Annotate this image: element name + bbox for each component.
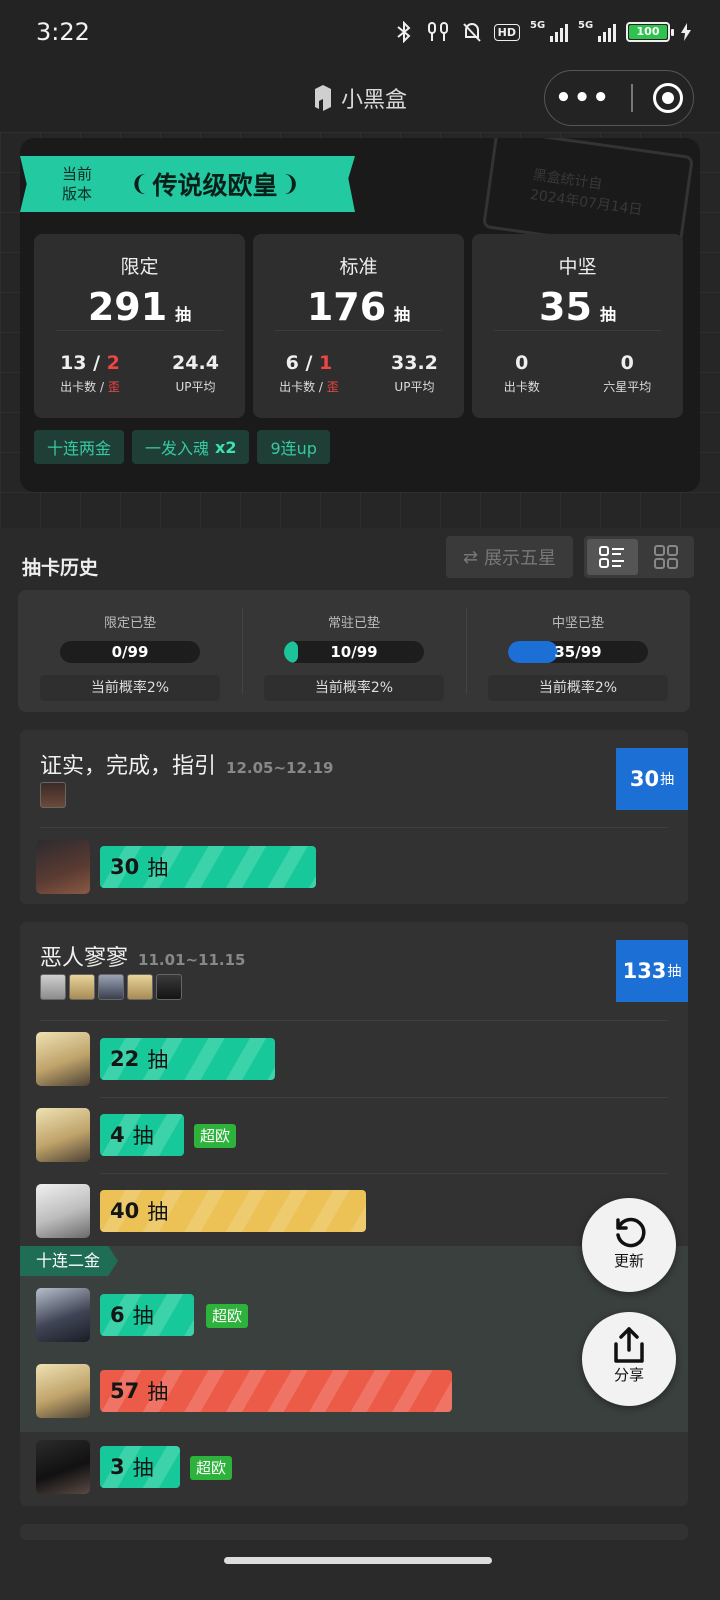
operator-avatar <box>36 1184 90 1238</box>
achievement-tags: 十连两金 一发入魂 x2 9连up <box>34 430 330 464</box>
pool-total-badge: 133 抽 <box>616 940 688 1002</box>
pity-rate: 当前概率2% <box>264 675 444 701</box>
pool-title: 恶人寥寥 11.01~11.15 <box>40 946 246 971</box>
status-bar: 3:22 HD 5G 5G 100 <box>0 0 720 64</box>
miniprogram-capsule: ••• <box>544 70 694 126</box>
pity-progress-bar: 0/99 <box>60 641 200 663</box>
pool-card[interactable]: 证实，完成，指引 12.05~12.19 30 抽 30 抽 <box>20 730 688 904</box>
pity-progress-bar: 35/99 <box>508 641 648 663</box>
pool-total-badge: 30 抽 <box>616 748 688 810</box>
pull-count-bar: 30 抽 <box>100 846 316 888</box>
pull-count-bar: 57 抽 <box>100 1370 452 1412</box>
refresh-button[interactable]: 更新 <box>582 1198 676 1292</box>
home-indicator[interactable] <box>224 1557 492 1564</box>
pool-card-next[interactable] <box>20 1524 688 1540</box>
achievement-tag: 9连up <box>257 430 330 464</box>
operator-thumbnail <box>40 782 66 808</box>
stat-boxes: 限定 291 抽 13 / 2 出卡数 / 歪 24.4 UP平均 标准 176 抽 6… <box>34 234 683 418</box>
swap-icon: ⇄ <box>462 546 479 568</box>
achievement-tag: 一发入魂 x2 <box>132 430 250 464</box>
operator-avatar <box>36 1288 90 1342</box>
operator-avatar <box>36 1032 90 1086</box>
pull-row: 4抽 超欧 <box>20 1098 688 1174</box>
operator-avatar <box>36 840 90 894</box>
operator-avatar <box>36 1108 90 1162</box>
operator-thumbnail <box>127 974 153 1000</box>
pity-standard: 常驻已垫 10/99 当前概率2% <box>242 590 466 712</box>
pity-progress-bar: 10/99 <box>284 641 424 663</box>
history-title: 抽卡历史 <box>22 557 99 579</box>
pity-limited: 限定已垫 0/99 当前概率2% <box>18 590 242 712</box>
pull-row: 3抽 超欧 <box>20 1430 688 1506</box>
refresh-icon <box>616 1217 646 1248</box>
earbuds-icon <box>426 20 450 44</box>
stat-standard: 标准 176 抽 6 / 1 出卡数 / 歪 33.2 UP平均 <box>253 234 464 418</box>
pity-panel: 限定已垫 0/99 当前概率2% 常驻已垫 10/99 当前概率2% 中坚已垫 … <box>18 590 690 712</box>
summary-card: 黑盒统计自 2024年07月14日 当前 版本 ❨ 传说级欧皇 ❩ 限定 291… <box>20 138 700 492</box>
share-button[interactable]: 分享 <box>582 1312 676 1406</box>
grid-view-icon <box>653 545 678 569</box>
close-miniprogram-button[interactable] <box>652 83 683 113</box>
show-five-star-button[interactable]: ⇄ 展示五星 <box>446 536 573 578</box>
pull-count-bar: 4抽 <box>100 1114 184 1156</box>
brand-name: 小黑盒 <box>341 88 408 113</box>
app-header: 小黑盒 ••• <box>0 64 720 132</box>
achievement-tag: 十连两金 <box>34 430 125 464</box>
pity-rate: 当前概率2% <box>40 675 220 701</box>
stat-limited: 限定 291 抽 13 / 2 出卡数 / 歪 24.4 UP平均 <box>34 234 245 418</box>
pull-row: 30 抽 <box>20 830 688 904</box>
status-time: 3:22 <box>36 18 90 46</box>
signal-icon-2: 5G <box>578 20 616 42</box>
operator-thumbnail <box>98 974 124 1000</box>
list-view-button[interactable] <box>587 539 638 575</box>
bluetooth-icon <box>392 20 416 44</box>
share-icon <box>614 1327 644 1363</box>
pool-thumbnails <box>40 782 66 808</box>
signal-icon: 5G <box>530 20 568 42</box>
pull-row: 22 抽 <box>20 1022 688 1098</box>
gesture-bar <box>0 1540 720 1600</box>
pull-count-bar: 40 抽 <box>100 1190 366 1232</box>
pity-core: 中坚已垫 35/99 当前概率2% <box>466 590 690 712</box>
operator-avatar <box>36 1440 90 1494</box>
pull-count-bar: 6抽 <box>100 1294 194 1336</box>
pool-thumbnails <box>40 974 182 1000</box>
operator-thumbnail <box>156 974 182 1000</box>
view-toggle <box>584 536 694 578</box>
operator-thumbnail <box>69 974 95 1000</box>
capsule-divider <box>631 84 633 112</box>
stat-core: 中坚 35 抽 0 出卡数 0 六星平均 <box>472 234 683 418</box>
rank-title: ❨ 传说级欧皇 ❩ <box>130 171 300 200</box>
laurel-right-icon: ❩ <box>281 171 300 197</box>
rank-label: 当前 版本 <box>62 165 93 203</box>
lucky-badge: 超欧 <box>206 1304 249 1328</box>
battery-icon: 100 <box>626 22 674 42</box>
stat-count: 176 <box>306 285 387 329</box>
lucky-badge: 超欧 <box>194 1124 237 1148</box>
charging-icon <box>680 20 692 44</box>
ten-pull-tag: 十连二金 <box>20 1246 119 1276</box>
laurel-left-icon: ❨ <box>130 171 149 197</box>
brand: 小黑盒 <box>311 82 407 114</box>
pity-rate: 当前概率2% <box>488 675 668 701</box>
grid-view-button[interactable] <box>641 539 692 575</box>
lucky-badge: 超欧 <box>190 1456 233 1480</box>
pool-title: 证实，完成，指引 12.05~12.19 <box>40 754 334 779</box>
mute-bell-icon <box>460 20 484 44</box>
rank-banner: 当前 版本 ❨ 传说级欧皇 ❩ <box>20 156 355 212</box>
status-icons: HD 5G 5G 100 <box>392 20 692 44</box>
stat-count: 35 <box>539 285 592 329</box>
pull-count-bar: 22 抽 <box>100 1038 275 1080</box>
hd-badge: HD <box>493 23 520 41</box>
list-view-icon <box>599 546 625 568</box>
pull-count-bar: 3抽 <box>100 1446 180 1488</box>
operator-avatar <box>36 1364 90 1418</box>
stat-count: 291 <box>87 285 168 329</box>
more-button[interactable]: ••• <box>555 83 611 113</box>
brand-logo-icon <box>315 85 331 111</box>
operator-thumbnail <box>40 974 66 1000</box>
